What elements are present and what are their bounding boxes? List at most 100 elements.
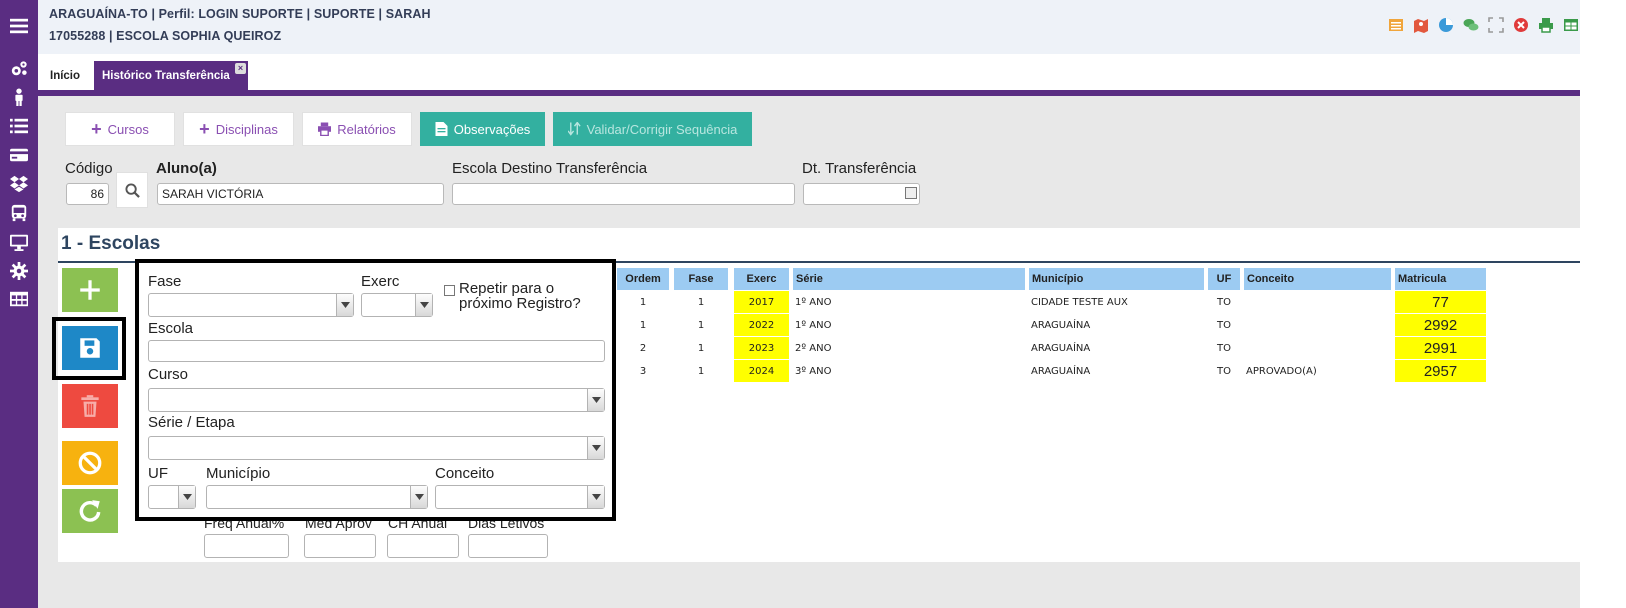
tab-inicio[interactable]: Início xyxy=(42,61,88,90)
curso-label: Curso xyxy=(148,366,189,383)
plus-icon: + xyxy=(199,119,210,139)
header-toolbar xyxy=(1386,15,1580,34)
conceito-select[interactable] xyxy=(435,485,605,509)
fullscreen-icon[interactable] xyxy=(1486,15,1505,34)
print-icon[interactable] xyxy=(1536,15,1555,34)
cell-uf: TO xyxy=(1217,342,1231,354)
cell-municipio: ARAGUAÍNA xyxy=(1031,342,1091,354)
cell-ordem: 2 xyxy=(639,342,647,354)
search-button[interactable] xyxy=(116,172,148,208)
cursos-button[interactable]: + Cursos xyxy=(65,112,175,146)
monitor-icon[interactable] xyxy=(8,232,30,252)
tab-historico-transferencia[interactable]: Histórico Transferência × xyxy=(94,61,248,90)
cell-ordem: 1 xyxy=(639,296,647,308)
aluno-input[interactable]: SARAH VICTÓRIA xyxy=(157,183,444,205)
escola-input[interactable] xyxy=(148,340,605,362)
calendar-icon[interactable] xyxy=(905,187,917,199)
col-header-fase[interactable]: Fase xyxy=(674,268,728,290)
grid-icon[interactable] xyxy=(8,289,30,309)
gears-icon[interactable] xyxy=(8,59,30,79)
section-title: 1 - Escolas xyxy=(61,233,161,254)
conceito-label: Conceito xyxy=(435,465,495,482)
fase-select[interactable] xyxy=(148,293,354,317)
disciplinas-button[interactable]: + Disciplinas xyxy=(183,112,294,146)
dias-letivos-label: Dias Letivos xyxy=(468,515,545,531)
bus-icon[interactable] xyxy=(8,203,30,223)
cell-municipio: ARAGUAÍNA xyxy=(1031,319,1091,331)
validar-label: Validar/Corrigir Sequência xyxy=(586,121,738,137)
col-header-municipio[interactable]: Município xyxy=(1029,268,1204,290)
col-header-ordem[interactable]: Ordem xyxy=(617,268,669,290)
card-icon[interactable] xyxy=(8,145,30,165)
escola-destino-label: Escola Destino Transferência xyxy=(452,160,648,177)
refresh-button[interactable] xyxy=(62,489,118,533)
observacoes-button[interactable]: Observações xyxy=(420,112,545,146)
cell-serie: 2º ANO xyxy=(795,342,832,354)
chat-icon[interactable] xyxy=(1461,15,1480,34)
list-icon[interactable] xyxy=(8,116,30,136)
floppy-disk-icon xyxy=(80,338,100,358)
exerc-select[interactable] xyxy=(361,293,433,317)
med-aprov-input[interactable] xyxy=(304,534,376,558)
trash-icon xyxy=(81,395,99,417)
cell-serie: 3º ANO xyxy=(795,365,832,377)
ch-anual-input[interactable] xyxy=(387,534,459,558)
cell-conceito xyxy=(1246,291,1391,313)
sort-icon xyxy=(567,122,581,136)
cell-fase: 1 xyxy=(697,296,705,308)
med-aprov-label: Med Aprov xyxy=(305,515,372,531)
serie-select[interactable] xyxy=(148,436,605,460)
dias-letivos-input[interactable] xyxy=(468,534,548,558)
chevron-down-icon xyxy=(587,389,604,411)
cell-serie: 1º ANO xyxy=(795,319,832,331)
menu-icon[interactable] xyxy=(8,14,30,38)
relatorios-button[interactable]: Relatórios xyxy=(302,112,412,146)
user-icon[interactable] xyxy=(8,87,30,107)
repetir-checkbox[interactable] xyxy=(444,285,455,296)
cell-matricula: 77 xyxy=(1395,291,1486,313)
curso-select[interactable] xyxy=(148,388,605,412)
relatorios-label: Relatórios xyxy=(337,121,396,137)
close-circle-icon[interactable] xyxy=(1511,15,1530,34)
uf-select[interactable] xyxy=(148,485,196,509)
col-header-conceito[interactable]: Conceito xyxy=(1244,268,1391,290)
delete-button[interactable] xyxy=(62,384,118,428)
observacoes-label: Observações xyxy=(453,121,531,137)
cancel-button[interactable] xyxy=(62,441,118,485)
freq-anual-input[interactable] xyxy=(204,534,289,558)
map-icon[interactable] xyxy=(1411,15,1430,34)
disciplinas-label: Disciplinas xyxy=(215,121,278,137)
municipio-select[interactable] xyxy=(206,485,428,509)
list-icon[interactable] xyxy=(1386,15,1405,34)
header-school-line: 17055288 | ESCOLA SOPHIA QUEIROZ xyxy=(49,29,282,43)
col-header-matricula[interactable]: Matricula xyxy=(1395,268,1486,290)
col-header-exerc[interactable]: Exerc xyxy=(734,268,789,290)
header: ARAGUAÍNA-TO | Perfil: LOGIN SUPORTE | S… xyxy=(38,0,1580,54)
cell-uf: TO xyxy=(1217,365,1231,377)
validar-sequencia-button[interactable]: Validar/Corrigir Sequência xyxy=(553,112,752,146)
cell-fase: 1 xyxy=(697,319,705,331)
escola-destino-input[interactable] xyxy=(452,183,795,205)
table-icon[interactable] xyxy=(1561,15,1580,34)
codigo-input[interactable]: 86 xyxy=(66,183,109,205)
cell-uf: TO xyxy=(1217,319,1231,331)
cursos-label: Cursos xyxy=(107,121,149,137)
settings-icon[interactable] xyxy=(8,261,30,281)
cell-exerc: 2017 xyxy=(734,291,789,313)
dt-transferencia-input[interactable] xyxy=(803,183,920,205)
pie-chart-icon[interactable] xyxy=(1436,15,1455,34)
close-icon[interactable]: × xyxy=(235,63,246,74)
ban-icon xyxy=(78,451,102,475)
cell-conceito: APROVADO(A) xyxy=(1246,365,1317,377)
tab-label: Histórico Transferência xyxy=(102,69,230,82)
dropbox-icon[interactable] xyxy=(8,174,30,194)
chevron-down-icon xyxy=(336,294,353,316)
cell-conceito xyxy=(1246,314,1391,336)
cell-municipio: CIDADE TESTE AUX xyxy=(1031,296,1128,308)
header-context-line: ARAGUAÍNA-TO | Perfil: LOGIN SUPORTE | S… xyxy=(49,7,431,21)
col-header-serie[interactable]: Série xyxy=(793,268,1025,290)
cell-uf: TO xyxy=(1217,296,1231,308)
save-button[interactable] xyxy=(62,326,118,370)
add-button[interactable] xyxy=(62,268,118,312)
col-header-uf[interactable]: UF xyxy=(1208,268,1240,290)
